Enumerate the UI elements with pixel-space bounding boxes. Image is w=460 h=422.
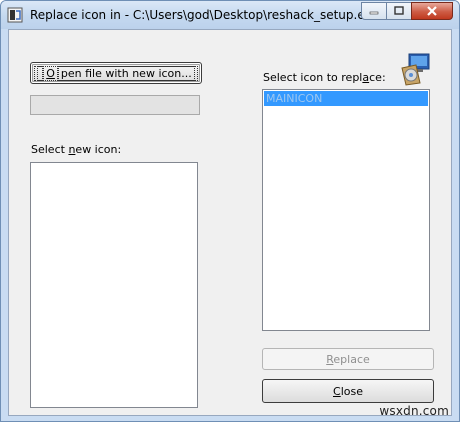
file-path-field <box>30 95 200 115</box>
close-icon <box>427 6 437 16</box>
minimize-button[interactable] <box>361 2 387 20</box>
open-file-button[interactable]: Open file with new icon... <box>30 62 202 84</box>
close-button[interactable]: Close <box>262 379 434 403</box>
window-title: Replace icon in - C:\Users\god\Desktop\r… <box>30 8 379 22</box>
replace-icon-list[interactable]: MAINICON <box>262 89 430 331</box>
close-window-button[interactable] <box>411 2 453 20</box>
resource-hacker-icon <box>7 7 23 23</box>
maximize-icon <box>394 6 404 15</box>
title-bar[interactable]: Replace icon in - C:\Users\god\Desktop\r… <box>1 1 459 29</box>
new-icon-list[interactable] <box>30 162 198 408</box>
minimize-icon <box>369 11 379 15</box>
maximize-button[interactable] <box>386 2 412 20</box>
replace-icon-dialog: Replace icon in - C:\Users\god\Desktop\r… <box>0 0 460 422</box>
caption-buttons <box>361 2 453 22</box>
select-new-icon-label: Select new icon: <box>31 143 122 156</box>
installer-package-icon <box>401 53 430 86</box>
watermark: wsxdn.com <box>379 404 449 418</box>
select-icon-to-replace-label: Select icon to replace: <box>263 71 386 84</box>
list-item-mainicon[interactable]: MAINICON <box>264 91 428 106</box>
dialog-client-area: Open file with new icon... Select new ic… <box>8 29 452 416</box>
replace-button[interactable]: Replace <box>262 348 434 370</box>
